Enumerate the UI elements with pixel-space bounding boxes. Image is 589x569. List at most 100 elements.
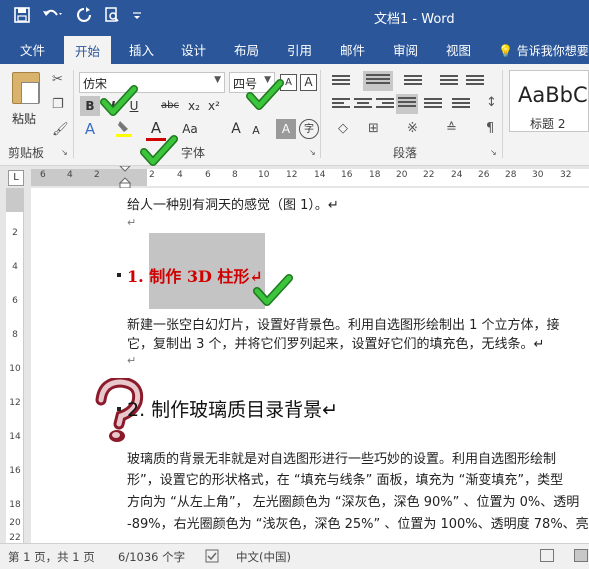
ruler-tick: 18 bbox=[369, 170, 381, 180]
increase-indent-icon[interactable] bbox=[466, 75, 484, 89]
tell-me-box[interactable]: 💡 告诉我你想要 bbox=[498, 42, 589, 59]
ruler-tick: 8 bbox=[12, 330, 18, 340]
bold-button[interactable]: B bbox=[80, 96, 100, 116]
group-divider bbox=[73, 70, 74, 158]
enclose-char-button[interactable]: 字 bbox=[299, 119, 319, 139]
ruler-tick: 4 bbox=[177, 170, 183, 180]
language-indicator[interactable]: 中文(中国) bbox=[236, 549, 291, 565]
line-spacing-icon[interactable] bbox=[452, 98, 470, 112]
style-heading2[interactable]: AaBbC 标题 2 bbox=[509, 70, 589, 132]
grow-font-button[interactable]: A bbox=[226, 119, 246, 139]
ruler-tick: 28 bbox=[505, 170, 517, 180]
change-case-button[interactable]: Aa bbox=[178, 119, 202, 139]
show-marks-icon[interactable]: ¶ bbox=[486, 121, 494, 136]
decrease-indent-icon[interactable] bbox=[440, 75, 458, 89]
numbering-icon[interactable] bbox=[363, 71, 393, 91]
justify-icon[interactable] bbox=[396, 94, 418, 114]
indent-marker-icon[interactable] bbox=[119, 166, 131, 188]
group-divider bbox=[502, 70, 503, 158]
bullets-icon[interactable] bbox=[332, 75, 350, 89]
tab-references[interactable]: 引用 bbox=[287, 40, 312, 59]
print-layout-icon[interactable] bbox=[574, 549, 588, 562]
undo-icon[interactable] bbox=[42, 7, 64, 27]
ruler-tick: 10 bbox=[9, 364, 21, 374]
text-line: 玻璃质的背景无非就是对自选图形进行一些巧妙的设置。利用自选图形绘制 bbox=[127, 452, 557, 467]
style-sample: AaBbC bbox=[518, 83, 588, 107]
check-mark-icon bbox=[100, 85, 138, 116]
text-line: 它，复制出 3 个，并将它们罗列起来，设置好它们的填充色，无线条。↵ bbox=[127, 337, 545, 352]
paste-icon[interactable] bbox=[12, 72, 40, 104]
format-painter-icon[interactable]: 🖌 bbox=[52, 122, 69, 137]
tab-view[interactable]: 视图 bbox=[446, 40, 471, 59]
ruler-tick: 6 bbox=[205, 170, 211, 180]
page-count[interactable]: 第 1 页，共 1 页 bbox=[8, 549, 95, 565]
paragraph-launcher-icon[interactable]: ↘ bbox=[490, 148, 497, 157]
heading-1: 1. 制作 3D 柱形↵ bbox=[127, 267, 263, 286]
strikethrough-button[interactable]: abc bbox=[158, 96, 182, 116]
heading-bullet bbox=[117, 407, 121, 411]
char-shading-button[interactable]: A bbox=[276, 119, 296, 139]
tab-review[interactable]: 审阅 bbox=[393, 40, 418, 59]
paragraph-mark: ↵ bbox=[127, 216, 137, 229]
text-line: -89%，右光圈颜色为 “浅灰色，深色 25%” 、位置为 100%、透明度 7… bbox=[127, 517, 589, 532]
distributed-icon[interactable] bbox=[424, 98, 442, 112]
chinese-layout-icon[interactable]: ≙ bbox=[446, 121, 457, 136]
proofing-icon[interactable] bbox=[205, 549, 219, 566]
ruler-margin bbox=[6, 188, 24, 212]
text-line: 新建一张空白幻灯片，设置好背景色。利用自选图形绘制出 1 个立方体，接 bbox=[127, 318, 560, 333]
shading-icon[interactable]: ◇ bbox=[338, 121, 348, 136]
align-right-icon[interactable] bbox=[376, 98, 394, 112]
ruler-tick: 16 bbox=[9, 466, 21, 476]
tab-layout[interactable]: 布局 bbox=[234, 40, 259, 59]
superscript-button[interactable]: x² bbox=[204, 96, 224, 116]
status-bar: 第 1 页，共 1 页 6/1036 个字 中文(中国) bbox=[0, 543, 589, 569]
text-effect-button[interactable]: A bbox=[80, 119, 100, 139]
vertical-ruler[interactable]: 2 4 6 8 10 12 14 16 18 20 22 bbox=[6, 188, 24, 543]
tab-home[interactable]: 开始 bbox=[64, 36, 112, 64]
ruler-tick: 4 bbox=[67, 170, 73, 180]
ruler-tick: 20 bbox=[396, 170, 408, 180]
ruler-tick: 2 bbox=[94, 170, 100, 180]
align-left-icon[interactable] bbox=[332, 98, 350, 112]
ruler-tick: 16 bbox=[341, 170, 353, 180]
subscript-button[interactable]: x₂ bbox=[184, 96, 204, 116]
save-icon[interactable] bbox=[14, 7, 30, 27]
tab-mailings[interactable]: 邮件 bbox=[340, 40, 365, 59]
print-preview-icon[interactable] bbox=[104, 7, 120, 27]
borders-icon[interactable]: ⊞ bbox=[368, 121, 379, 136]
document-page[interactable]: 给人一种别有洞天的感觉（图 1）。↵ ↵ 1. 制作 3D 柱形↵ 新建一张空白… bbox=[31, 188, 589, 543]
copy-icon[interactable]: ❐ bbox=[52, 97, 64, 112]
ruler-tick: 12 bbox=[9, 398, 21, 408]
tab-file[interactable]: 文件 bbox=[20, 40, 45, 59]
ruler-tick: 30 bbox=[532, 170, 544, 180]
word-count[interactable]: 6/1036 个字 bbox=[118, 549, 185, 565]
paragraph-group-label: 段落 bbox=[393, 146, 418, 160]
chinese-layout-icon[interactable]: ※ bbox=[407, 121, 418, 136]
highlight-icon[interactable] bbox=[114, 119, 134, 139]
shrink-font-button[interactable]: A bbox=[246, 121, 266, 141]
text-line: 给人一种别有洞天的感觉（图 1）。↵ bbox=[127, 198, 339, 213]
ruler-tick: 20 bbox=[9, 518, 21, 528]
ruler-tick: 8 bbox=[232, 170, 238, 180]
heading-bullet bbox=[117, 273, 121, 277]
customize-icon[interactable] bbox=[132, 7, 142, 27]
multilevel-list-icon[interactable] bbox=[404, 75, 422, 89]
quick-access-toolbar bbox=[14, 7, 142, 27]
font-launcher-icon[interactable]: ↘ bbox=[309, 148, 316, 157]
ruler-tick: 6 bbox=[40, 170, 46, 180]
chevron-down-icon: ▼ bbox=[214, 75, 221, 85]
align-center-icon[interactable] bbox=[354, 98, 372, 112]
tab-selector[interactable]: L bbox=[8, 170, 24, 186]
redo-icon[interactable] bbox=[76, 7, 92, 27]
tab-design[interactable]: 设计 bbox=[181, 40, 206, 59]
clipboard-launcher-icon[interactable]: ↘ bbox=[61, 148, 68, 157]
ruler-tick: 32 bbox=[560, 170, 572, 180]
read-mode-icon[interactable] bbox=[540, 549, 554, 562]
clear-format-icon[interactable]: A bbox=[300, 74, 317, 91]
horizontal-ruler[interactable]: 6 4 2 2 4 6 8 10 12 14 16 18 20 22 24 26… bbox=[31, 166, 589, 188]
heading-2: 2. 制作玻璃质目录背景↵ bbox=[127, 399, 339, 421]
tab-insert[interactable]: 插入 bbox=[129, 40, 154, 59]
sort-icon[interactable]: ↕ bbox=[486, 95, 497, 110]
paste-button-label[interactable]: 粘贴 bbox=[12, 110, 36, 127]
cut-icon[interactable]: ✂ bbox=[52, 72, 63, 87]
